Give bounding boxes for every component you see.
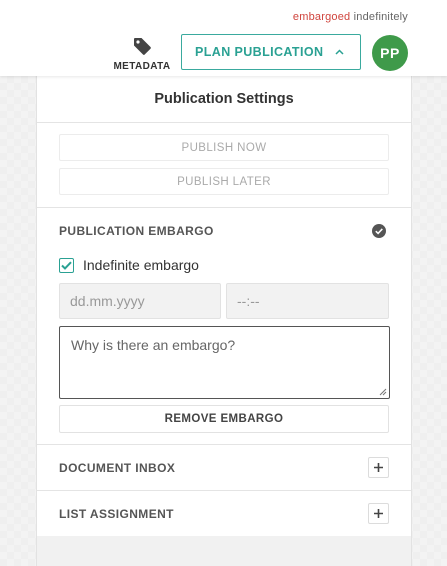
status-embargoed-text: embargoed bbox=[292, 11, 351, 23]
embargo-reason-textarea[interactable]: Why is there an embargo? bbox=[59, 326, 390, 399]
top-bar: embargoed indefinitely METADATA PLAN PUB… bbox=[0, 0, 447, 76]
check-circle-icon bbox=[372, 224, 386, 238]
metadata-label: METADATA bbox=[113, 61, 171, 72]
embargo-status: embargoed indefinitely bbox=[293, 11, 408, 23]
publish-actions: PUBLISH NOW PUBLISH LATER bbox=[37, 123, 411, 208]
remove-embargo-button[interactable]: REMOVE EMBARGO bbox=[59, 405, 389, 433]
checkmark-icon bbox=[61, 261, 72, 270]
publish-now-button[interactable]: PUBLISH NOW bbox=[59, 134, 389, 161]
list-assignment-section[interactable]: LIST ASSIGNMENT bbox=[37, 491, 411, 537]
panel-footer bbox=[37, 536, 411, 566]
document-inbox-title: DOCUMENT INBOX bbox=[59, 460, 176, 475]
metadata-button[interactable]: METADATA bbox=[113, 36, 171, 72]
embargo-header: PUBLICATION EMBARGO bbox=[59, 208, 389, 254]
chevron-up-icon bbox=[335, 47, 344, 58]
panel-title: Publication Settings bbox=[37, 76, 411, 123]
publish-later-button[interactable]: PUBLISH LATER bbox=[59, 168, 389, 195]
status-duration-text: indefinitely bbox=[353, 11, 408, 23]
embargo-section: PUBLICATION EMBARGO Indefinite embargo d… bbox=[37, 208, 411, 445]
embargo-time-field[interactable]: --:-- bbox=[226, 283, 389, 319]
document-inbox-expand-button[interactable] bbox=[368, 457, 389, 478]
list-assignment-title: LIST ASSIGNMENT bbox=[59, 506, 174, 521]
embargo-datetime-row: dd.mm.yyyy --:-- bbox=[59, 283, 389, 319]
plus-icon bbox=[374, 509, 383, 518]
indefinite-embargo-checkbox[interactable] bbox=[59, 257, 74, 273]
indefinite-embargo-label: Indefinite embargo bbox=[83, 257, 199, 273]
plan-publication-label: PLAN PUBLICATION bbox=[195, 45, 324, 59]
publication-settings-panel: Publication Settings PUBLISH NOW PUBLISH… bbox=[36, 76, 412, 566]
plus-icon bbox=[374, 463, 383, 472]
embargo-title: PUBLICATION EMBARGO bbox=[59, 224, 214, 238]
indefinite-embargo-row[interactable]: Indefinite embargo bbox=[59, 254, 389, 276]
plan-publication-button[interactable]: PLAN PUBLICATION bbox=[181, 34, 361, 70]
embargo-reason-placeholder: Why is there an embargo? bbox=[71, 337, 236, 353]
list-assignment-expand-button[interactable] bbox=[368, 503, 389, 524]
embargo-date-field[interactable]: dd.mm.yyyy bbox=[59, 283, 221, 319]
tag-icon bbox=[134, 38, 151, 55]
document-inbox-section[interactable]: DOCUMENT INBOX bbox=[37, 445, 411, 491]
user-avatar[interactable]: PP bbox=[372, 35, 408, 71]
resize-grip-icon[interactable] bbox=[379, 388, 387, 396]
